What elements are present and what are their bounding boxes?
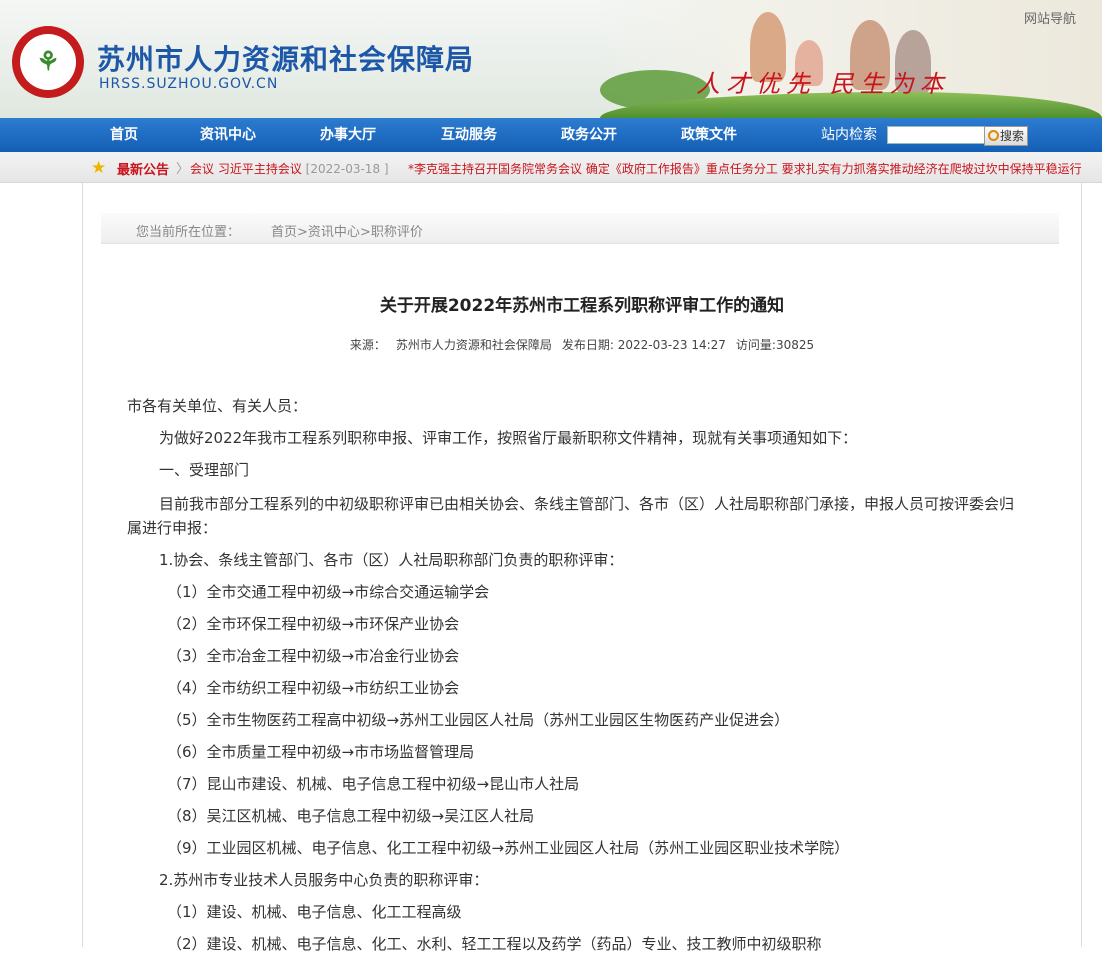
breadcrumb: 您当前所在位置： 首页>资讯中心>职称评价 xyxy=(101,213,1059,244)
nav-item-policy-docs[interactable]: 政策文件 xyxy=(681,118,737,152)
search-button-label: 搜索 xyxy=(999,129,1024,143)
search-icon xyxy=(987,130,999,141)
article-paragraph: 为做好2022年我市工程系列职称申报、评审工作，按照省厅最新职称文件精神，现就有… xyxy=(159,429,858,447)
list-item: （1）全市交通工程中初级→市综合交通运输学会 xyxy=(167,583,490,601)
article-paragraph: 一、受理部门 xyxy=(159,461,250,479)
site-header: ⚘ 苏州市人力资源和社会保障局 HRSS.SUZHOU.GOV.CN 人才优先 … xyxy=(0,0,1102,118)
article-date: 2022-03-23 14:27 xyxy=(617,338,726,352)
banner-slogan: 人才优先 民生为本 xyxy=(696,70,950,98)
list-item: （1）建设、机械、电子信息、化工工程高级 xyxy=(167,903,462,921)
article-title: 关于开展2022年苏州市工程系列职称评审工作的通知 xyxy=(379,296,785,316)
article-paragraph: 1.协会、条线主管部门、各市（区）人社局职称部门负责的职称评审： xyxy=(159,551,624,569)
main-navbar: 首页 资讯中心 办事大厅 互动服务 政务公开 政策文件 站内检索 搜索 xyxy=(0,118,1102,152)
announcement-item[interactable]: *李克强主持召开国务院常务会议 确定《政府工作报告》重点任务分工 要求扎实有力抓… xyxy=(408,160,1082,177)
site-search-label: 站内检索 xyxy=(821,127,877,143)
article-views: 30825 xyxy=(775,338,815,352)
logo-emblem-icon: ⚘ xyxy=(20,34,76,90)
main-content: 您当前所在位置： 首页>资讯中心>职称评价 关于开展2022年苏州市工程系列职称… xyxy=(82,183,1082,953)
list-item: （4）全市纺织工程中初级→市纺织工业协会 xyxy=(167,679,460,697)
breadcrumb-item-home[interactable]: 首页 xyxy=(271,225,297,240)
search-input[interactable] xyxy=(887,126,985,144)
nav-item-interaction[interactable]: 互动服务 xyxy=(441,118,497,152)
article-source: 苏州市人力资源和社会保障局 xyxy=(395,338,552,352)
star-icon: ★ xyxy=(91,158,107,178)
nav-item-home[interactable]: 首页 xyxy=(110,118,138,152)
breadcrumb-item-title-eval[interactable]: 职称评价 xyxy=(371,225,423,240)
chevron-right-icon: 〉 xyxy=(176,162,190,177)
nav-item-gov-disclosure[interactable]: 政务公开 xyxy=(561,118,617,152)
announcement-label: 最新公告 xyxy=(117,163,170,178)
article-paragraph: 市各有关单位、有关人员： xyxy=(127,397,308,415)
article-meta: 来源： 苏州市人力资源和社会保障局 发布日期: 2022-03-23 14:27 访问… xyxy=(349,338,815,352)
site-logo[interactable]: ⚘ xyxy=(12,26,84,98)
announcement-date: [2022-03-18 ] xyxy=(305,162,389,176)
list-item: （8）吴江区机械、电子信息工程中初级→吴江区人社局 xyxy=(167,807,535,825)
list-item: （6）全市质量工程中初级→市市场监督管理局 xyxy=(167,743,475,761)
site-domain: HRSS.SUZHOU.GOV.CN xyxy=(99,76,279,92)
nav-item-news[interactable]: 资讯中心 xyxy=(200,118,256,152)
list-item: （9）工业园区机械、电子信息、化工工程中初级→苏州工业园区人社局（苏州工业园区职… xyxy=(167,839,850,857)
breadcrumb-prefix: 您当前所在位置： xyxy=(136,225,241,240)
article-body: 市各有关单位、有关人员： 为做好2022年我市工程系列职称申报、评审工作，按照省… xyxy=(127,390,1027,960)
article-paragraph: 目前我市部分工程系列的中初级职称评审已由相关协会、条线主管部门、各市（区）人社局… xyxy=(127,495,1015,537)
breadcrumb-item-news[interactable]: 资讯中心 xyxy=(308,225,360,240)
search-button[interactable]: 搜索 xyxy=(984,126,1028,146)
list-item: （5）全市生物医药工程高中初级→苏州工业园区人社局（苏州工业园区生物医药产业促进… xyxy=(167,711,790,729)
announcement-bar: ★ 最新公告 〉 会议 习近平主持会议 [2022-03-18 ] *李克强主持… xyxy=(0,152,1102,183)
list-item: （3）全市冶金工程中初级→市冶金行业协会 xyxy=(167,647,460,665)
article-paragraph: 2.苏州市专业技术人员服务中心负责的职称评审： xyxy=(159,871,489,889)
list-item: （2）建设、机械、电子信息、化工、水利、轻工工程以及药学（药品）专业、技工教师中… xyxy=(167,935,822,953)
list-item: （7）昆山市建设、机械、电子信息工程中初级→昆山市人社局 xyxy=(167,775,580,793)
site-title[interactable]: 苏州市人力资源和社会保障局 xyxy=(97,38,474,78)
site-navigation-link[interactable]: 网站导航 xyxy=(1024,8,1076,27)
nav-item-service-hall[interactable]: 办事大厅 xyxy=(320,118,376,152)
list-item: （2）全市环保工程中初级→市环保产业协会 xyxy=(167,615,460,633)
announcement-item[interactable]: 会议 习近平主持会议 [2022-03-18 ] xyxy=(190,160,389,177)
